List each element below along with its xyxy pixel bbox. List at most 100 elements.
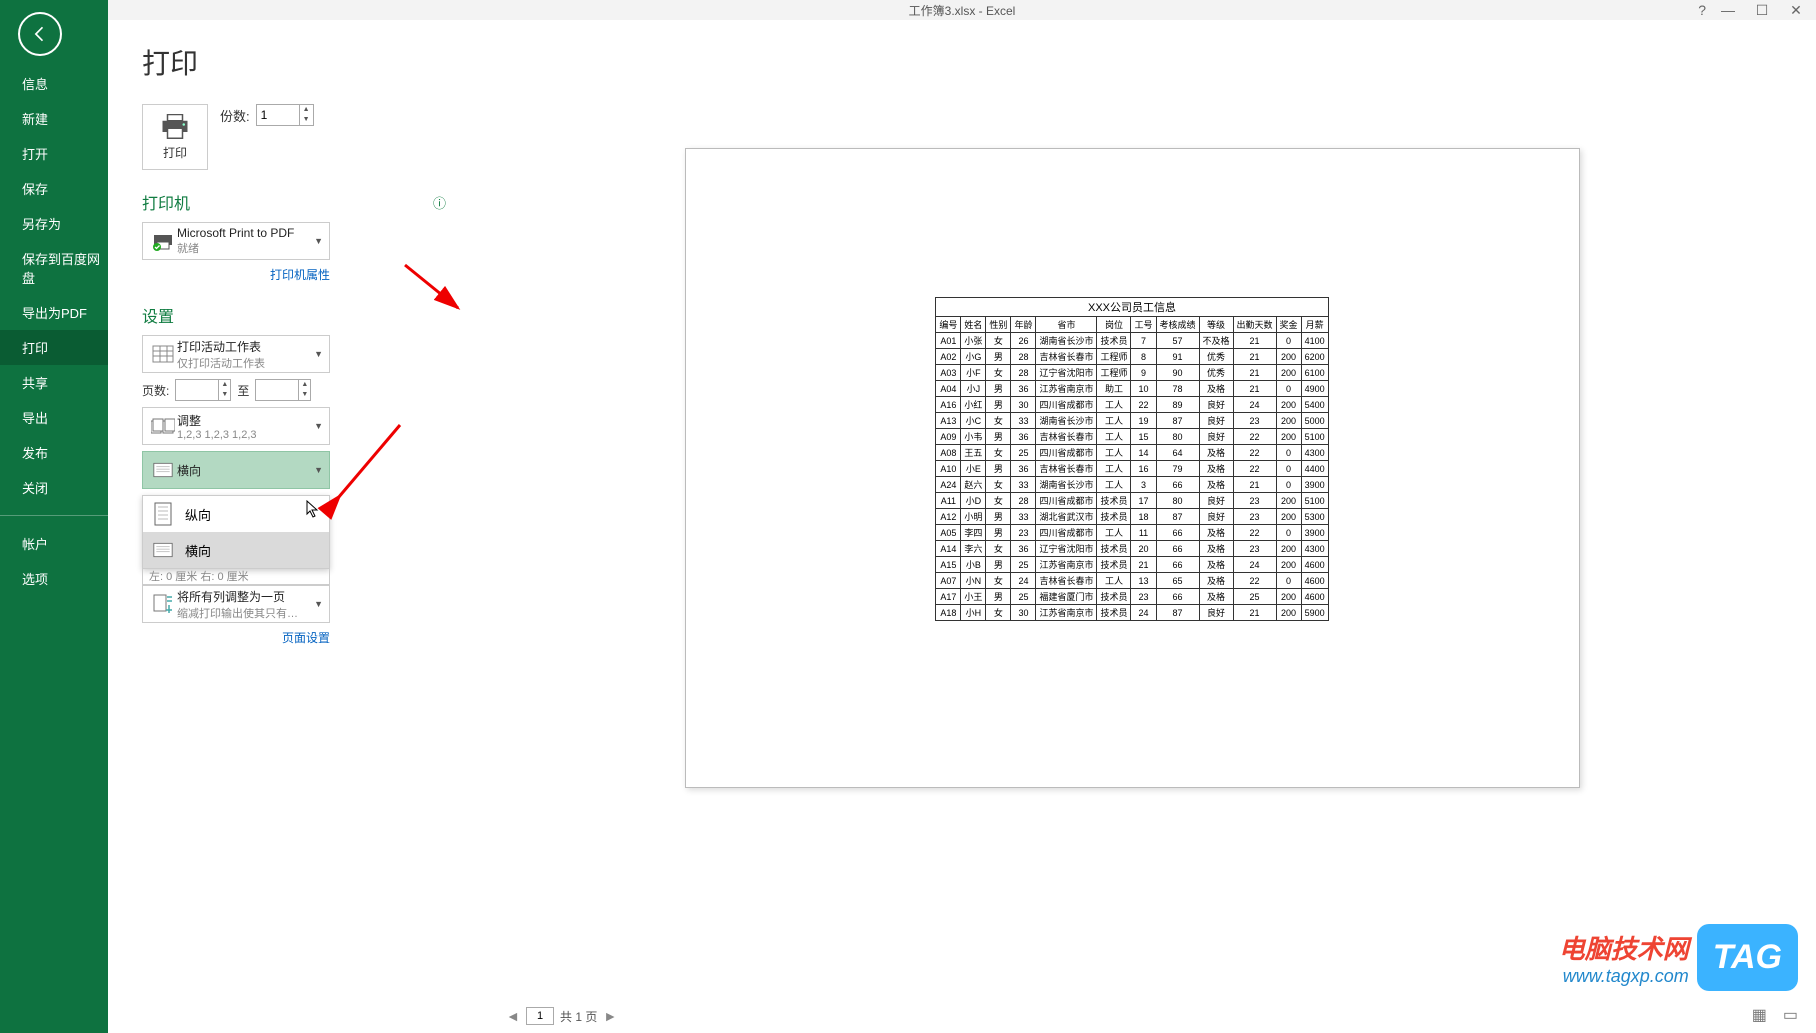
copies-label: 份数:	[220, 106, 250, 125]
sidebar-item-print[interactable]: 打印	[0, 330, 108, 365]
orientation-dropdown[interactable]: 横向 ▼	[142, 451, 330, 489]
preview-data-row: A01小张女26湖南省长沙市技术员757不及格2104100	[936, 333, 1328, 349]
preview-data-row: A13小C女33湖南省长沙市工人1987良好232005000	[936, 413, 1328, 429]
orientation-portrait-option[interactable]: 纵向	[143, 496, 329, 532]
sidebar-item-exportpdf[interactable]: 导出为PDF	[0, 295, 108, 330]
preview-header-row: 编号姓名性别年龄省市岗位工号考核成绩等级出勤天数奖金月薪	[936, 317, 1328, 333]
preview-data-row: A18小H女30江苏省南京市技术员2487良好212005900	[936, 605, 1328, 621]
sidebar-item-info[interactable]: 信息	[0, 66, 108, 101]
page-to-input[interactable]	[256, 380, 298, 400]
maximize-icon[interactable]: ☐	[1752, 2, 1772, 19]
page-navigator: ◄ 共 1 页 ►	[506, 1007, 617, 1025]
chevron-down-icon: ▼	[314, 236, 323, 246]
page-from-input[interactable]	[176, 380, 218, 400]
preview-page: XXX公司员工信息 编号姓名性别年龄省市岗位工号考核成绩等级出勤天数奖金月薪 A…	[685, 148, 1580, 788]
preview-data-row: A10小E男36吉林省长春市工人1679及格2204400	[936, 461, 1328, 477]
sidebar-item-publish[interactable]: 发布	[0, 435, 108, 470]
preview-data-row: A03小F女28辽宁省沈阳市工程师990优秀212006100	[936, 365, 1328, 381]
preview-header-cell: 工号	[1131, 317, 1156, 333]
print-button-label: 打印	[163, 144, 187, 161]
scaling-dropdown[interactable]: 将所有列调整为一页 缩减打印输出使其只有… ▼	[142, 585, 330, 623]
preview-data-row: A12小明男33湖北省武汉市技术员1887良好232005300	[936, 509, 1328, 525]
printer-icon	[160, 114, 190, 140]
preview-header-cell: 等级	[1199, 317, 1233, 333]
printer-name: Microsoft Print to PDF	[177, 226, 314, 240]
next-page-button[interactable]: ►	[603, 1008, 617, 1024]
info-icon[interactable]: ⓘ	[433, 193, 446, 212]
page-landscape-icon	[153, 538, 173, 562]
sidebar-item-share[interactable]: 共享	[0, 365, 108, 400]
preview-data-row: A04小J男36江苏省南京市助工1078及格2104900	[936, 381, 1328, 397]
orientation-selected: 横向	[177, 462, 314, 479]
zoom-to-page-button[interactable]: ▭	[1783, 1005, 1798, 1025]
minimize-icon[interactable]: —	[1718, 2, 1738, 18]
close-icon[interactable]: ✕	[1786, 2, 1806, 19]
preview-data-row: A05李四男23四川省成都市工人1166及格2203900	[936, 525, 1328, 541]
sidebar-item-options[interactable]: 选项	[0, 561, 108, 596]
sidebar-item-baidu[interactable]: 保存到百度网盘	[0, 241, 108, 295]
preview-data-row: A15小B男25江苏省南京市技术员2166及格242004600	[936, 557, 1328, 573]
printer-status: 就绪	[177, 240, 314, 256]
orientation-landscape-option[interactable]: 横向	[143, 532, 329, 568]
collate-dropdown[interactable]: 调整 1,2,3 1,2,3 1,2,3 ▼	[142, 407, 330, 445]
preview-header-cell: 性别	[986, 317, 1011, 333]
page-number-input[interactable]	[526, 1007, 554, 1025]
page-range-row: 页数: ▲▼ 至 ▲▼	[142, 379, 330, 401]
chevron-down-icon: ▼	[314, 465, 323, 475]
prev-page-button[interactable]: ◄	[506, 1008, 520, 1024]
page-to-spinner[interactable]: ▲▼	[255, 379, 311, 401]
preview-data-row: A16小红男30四川省成都市工人2289良好242005400	[936, 397, 1328, 413]
preview-data-row: A08王五女25四川省成都市工人1464及格2204300	[936, 445, 1328, 461]
spinner-down[interactable]: ▼	[300, 115, 313, 125]
copies-input[interactable]	[257, 105, 299, 125]
copies-spinner[interactable]: ▲▼	[256, 104, 314, 126]
printer-ready-icon	[149, 231, 177, 251]
printer-properties-link[interactable]: 打印机属性	[142, 266, 330, 283]
preview-header-cell: 岗位	[1097, 317, 1131, 333]
watermark-tag: TAG	[1697, 924, 1798, 991]
copies-row: 份数: ▲▼	[220, 104, 314, 126]
page-landscape-icon	[149, 458, 177, 482]
watermark: 电脑技术网 www.tagxp.com TAG	[1559, 924, 1798, 991]
print-what-dropdown[interactable]: 打印活动工作表 仅打印活动工作表 ▼	[142, 335, 330, 373]
preview-header-cell: 编号	[936, 317, 961, 333]
preview-header-cell: 月薪	[1301, 317, 1328, 333]
spinner-up[interactable]: ▲	[300, 105, 313, 115]
fit-columns-icon	[149, 593, 177, 615]
preview-data-row: A07小N女24吉林省长春市工人1365及格2204600	[936, 573, 1328, 589]
page-from-spinner[interactable]: ▲▼	[175, 379, 231, 401]
preview-data-row: A17小王男25福建省厦门市技术员2366及格252004600	[936, 589, 1328, 605]
sidebar-item-saveas[interactable]: 另存为	[0, 206, 108, 241]
preview-header-cell: 奖金	[1276, 317, 1301, 333]
sidebar-item-close[interactable]: 关闭	[0, 470, 108, 505]
preview-header-cell: 姓名	[961, 317, 986, 333]
preview-data-row: A09小韦男36吉林省长春市工人1580良好222005100	[936, 429, 1328, 445]
chevron-down-icon: ▼	[314, 349, 323, 359]
worksheet-icon	[149, 345, 177, 363]
help-icon[interactable]: ?	[1698, 2, 1706, 18]
margins-partial-row: 左: 0 厘米 右: 0 厘米	[142, 569, 330, 585]
zoom-controls: ▦ ▭	[1752, 1005, 1798, 1025]
watermark-line2: www.tagxp.com	[1559, 966, 1689, 987]
sidebar-item-account[interactable]: 帐户	[0, 526, 108, 561]
printer-section-header: 打印机 ⓘ	[142, 190, 446, 214]
show-margins-button[interactable]: ▦	[1752, 1005, 1767, 1025]
settings-panel: 打印 份数: ▲▼ 打印机 ⓘ Microsoft Print to PDF 就…	[142, 104, 446, 656]
sidebar-item-new[interactable]: 新建	[0, 101, 108, 136]
print-preview-area: XXX公司员工信息 编号姓名性别年龄省市岗位工号考核成绩等级出勤天数奖金月薪 A…	[468, 75, 1796, 993]
print-button[interactable]: 打印	[142, 104, 208, 170]
preview-header-cell: 出勤天数	[1233, 317, 1276, 333]
backstage-content: 打印 打印 份数: ▲▼ 打印机	[108, 20, 1816, 1033]
page-total-label: 共 1 页	[560, 1008, 597, 1025]
sidebar-item-export[interactable]: 导出	[0, 400, 108, 435]
back-button[interactable]	[18, 12, 62, 56]
sidebar-item-save[interactable]: 保存	[0, 171, 108, 206]
page-setup-link[interactable]: 页面设置	[142, 629, 330, 646]
printer-dropdown[interactable]: Microsoft Print to PDF 就绪 ▼	[142, 222, 330, 260]
settings-section-header: 设置	[142, 303, 446, 327]
backstage-sidebar: 信息 新建 打开 保存 另存为 保存到百度网盘 导出为PDF 打印 共享 导出 …	[0, 0, 108, 1033]
sidebar-item-open[interactable]: 打开	[0, 136, 108, 171]
orientation-menu: 纵向 横向	[142, 495, 330, 569]
preview-data-row: A02小G男28吉林省长春市工程师891优秀212006200	[936, 349, 1328, 365]
page-portrait-icon	[153, 502, 173, 526]
